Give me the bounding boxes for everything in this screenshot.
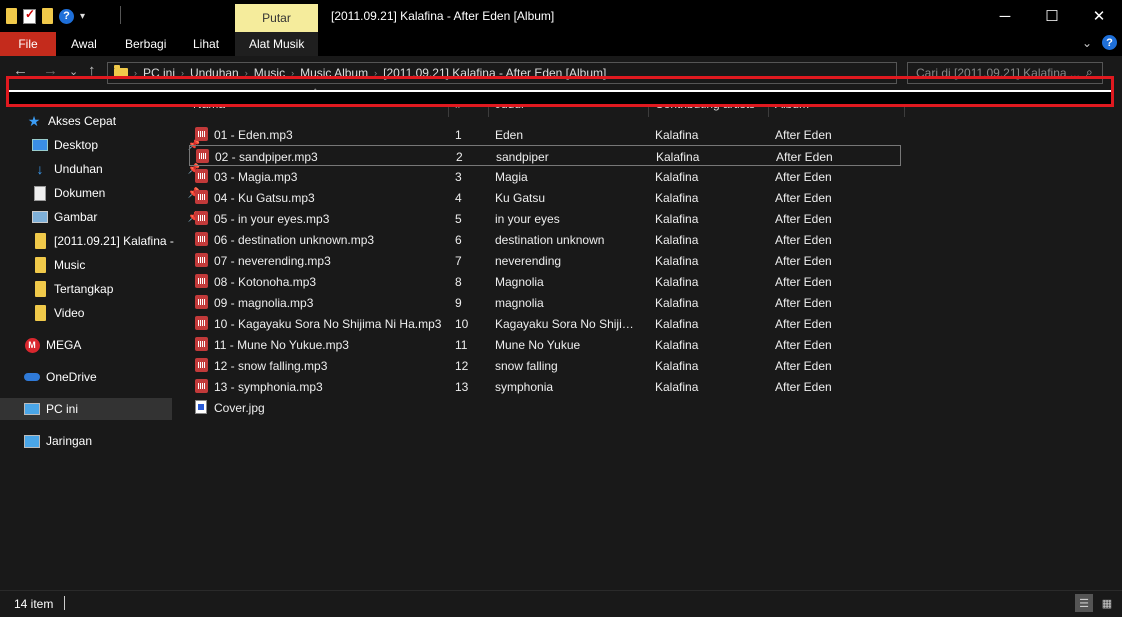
audio-file-icon (195, 358, 208, 372)
nav-item-dokumen[interactable]: Dokumen 📌 (0, 182, 204, 204)
download-icon: ↓ (36, 161, 44, 177)
details-view-button[interactable]: ☰ (1075, 594, 1093, 612)
ribbon-help-icon[interactable]: ? (1102, 35, 1117, 50)
tab-berbagi[interactable]: Berbagi (125, 32, 166, 56)
status-separator (64, 596, 65, 610)
image-file-icon (195, 400, 207, 414)
nav-item-gambar[interactable]: Gambar 📌 (0, 206, 204, 228)
nav-quick-access[interactable]: ★ Akses Cepat (0, 110, 198, 132)
star-icon: ★ (27, 112, 41, 129)
nav-item-video[interactable]: Video (0, 302, 204, 324)
cloud-icon (24, 373, 40, 381)
tab-awal[interactable]: Awal (71, 32, 97, 56)
ribbon-bar (0, 32, 1122, 56)
file-row[interactable]: Cover.jpg (189, 397, 901, 418)
file-row[interactable]: 13 - symphonia.mp3 13 symphonia Kalafina… (189, 376, 901, 397)
tab-file[interactable]: File (0, 32, 56, 56)
nav-pc-ini[interactable]: PC ini (0, 398, 196, 420)
file-row[interactable]: 04 - Ku Gatsu.mp3 4 Ku Gatsu Kalafina Af… (189, 187, 901, 208)
folder-icon (32, 257, 48, 273)
nav-item-music[interactable]: Music (0, 254, 204, 276)
nav-onedrive[interactable]: OneDrive (0, 366, 196, 388)
network-icon (24, 434, 40, 448)
tab-lihat[interactable]: Lihat (193, 32, 219, 56)
nav-item-desktop[interactable]: Desktop 📌 (0, 134, 204, 156)
title-bar (0, 0, 1122, 32)
audio-file-icon (195, 337, 208, 351)
file-row[interactable]: 03 - Magia.mp3 3 Magia Kalafina After Ed… (189, 166, 901, 187)
folder-icon (32, 305, 48, 321)
title-separator (120, 6, 121, 24)
help-icon[interactable]: ? (59, 8, 74, 24)
audio-file-icon (195, 316, 208, 330)
audio-file-icon (195, 274, 208, 288)
nav-mega[interactable]: M MEGA (0, 334, 196, 356)
close-button[interactable]: ✕ (1076, 0, 1122, 32)
computer-icon (24, 403, 40, 415)
quick-access-toolbar: ? ▾ (6, 6, 85, 26)
customize-qat-icon[interactable]: ▾ (80, 11, 85, 22)
folder-icon (32, 281, 48, 297)
file-row[interactable]: 06 - destination unknown.mp3 6 destinati… (189, 229, 901, 250)
file-row[interactable]: 01 - Eden.mp3 1 Eden Kalafina After Eden (189, 124, 901, 145)
nav-item-album-folder[interactable]: [2011.09.21] Kalafina - (0, 230, 204, 252)
folder-icon (6, 8, 17, 24)
maximize-button[interactable]: ☐ (1029, 0, 1075, 32)
audio-file-icon (195, 295, 208, 309)
folder-icon (32, 233, 48, 249)
audio-file-icon (195, 127, 208, 141)
properties-icon[interactable] (23, 7, 36, 24)
audio-file-icon (195, 190, 208, 204)
nav-item-tertangkap[interactable]: Tertangkap (0, 278, 204, 300)
tab-alat-musik[interactable]: Alat Musik (249, 32, 304, 56)
minimize-button[interactable]: ─ (982, 0, 1028, 32)
desktop-icon (32, 139, 48, 151)
file-row[interactable]: 12 - snow falling.mp3 12 snow falling Ka… (189, 355, 901, 376)
file-row[interactable]: 05 - in your eyes.mp3 5 in your eyes Kal… (189, 208, 901, 229)
large-icons-view-button[interactable]: ▦ (1098, 594, 1116, 612)
nav-jaringan[interactable]: Jaringan (0, 430, 196, 452)
window-title: [2011.09.21] Kalafina - After Eden [Albu… (331, 9, 555, 23)
audio-file-icon (195, 253, 208, 267)
audio-file-icon (196, 149, 209, 163)
nav-item-unduhan[interactable]: ↓ Unduhan 📌 (0, 158, 204, 180)
audio-file-icon (195, 169, 208, 183)
pictures-icon (32, 211, 48, 223)
document-icon (32, 185, 48, 201)
file-row-selected[interactable]: 02 - sandpiper.mp3 2 sandpiper Kalafina … (189, 145, 901, 166)
file-row[interactable]: 10 - Kagayaku Sora No Shijima Ni Ha.mp3 … (189, 313, 901, 334)
audio-file-icon (195, 232, 208, 246)
file-row[interactable]: 09 - magnolia.mp3 9 magnolia Kalafina Af… (189, 292, 901, 313)
mega-icon: M (24, 337, 40, 353)
status-bar (0, 590, 1122, 617)
red-highlight-box (6, 76, 1114, 107)
file-row[interactable]: 11 - Mune No Yukue.mp3 11 Mune No Yukue … (189, 334, 901, 355)
file-row[interactable]: 08 - Kotonoha.mp3 8 Magnolia Kalafina Af… (189, 271, 901, 292)
new-folder-icon[interactable] (42, 8, 53, 24)
item-count: 14 item (14, 597, 54, 611)
audio-file-icon (195, 379, 208, 393)
contextual-tab-group-putar[interactable]: Putar (235, 4, 318, 32)
file-row[interactable]: 07 - neverending.mp3 7 neverending Kalaf… (189, 250, 901, 271)
audio-file-icon (195, 211, 208, 225)
ribbon-collapse-icon[interactable]: ⌄ (1082, 36, 1092, 50)
